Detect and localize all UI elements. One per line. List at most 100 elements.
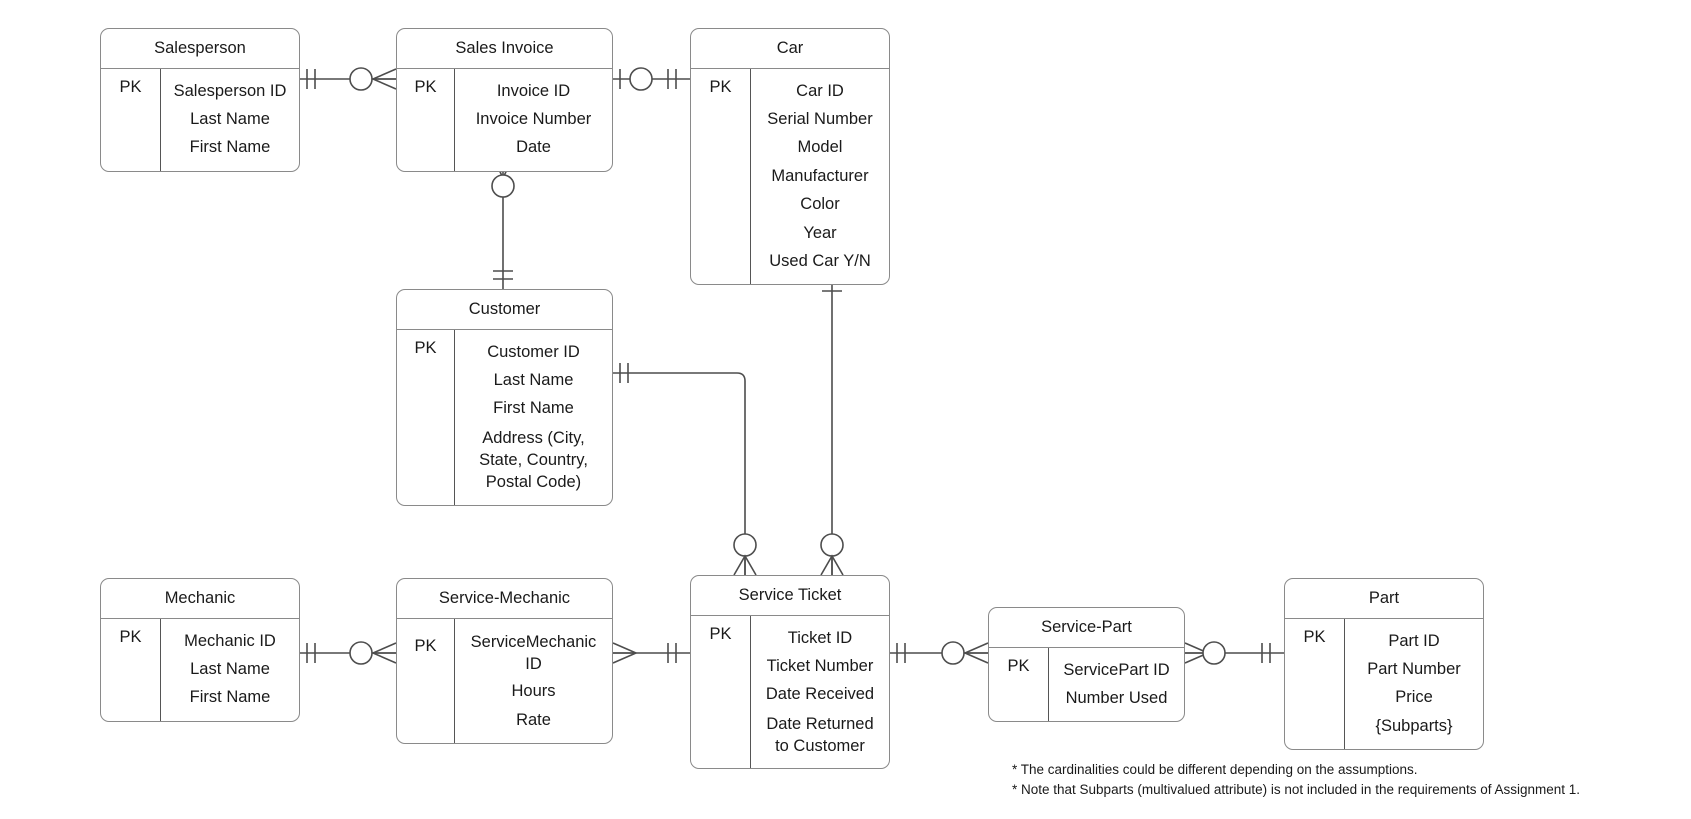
attribute-row: Part ID <box>1388 631 1440 650</box>
entity-customer-body: PK Customer ID Last Name First Name Addr… <box>397 329 612 505</box>
attribute-row: Customer ID <box>487 342 580 361</box>
attribute-row: Car ID <box>796 81 844 100</box>
entity-sales-invoice-key-column: PK <box>397 68 455 171</box>
pk-label: PK <box>119 627 142 646</box>
entity-mechanic-body: PK Mechanic ID Last Name First Name <box>101 618 299 721</box>
attribute-row: Rate <box>516 710 551 729</box>
footnote-cardinalities: * The cardinalities could be different d… <box>1012 762 1418 777</box>
pk-label: PK <box>414 636 437 655</box>
attribute-row: First Name <box>189 138 271 157</box>
attribute-row: Used Car Y/N <box>769 251 871 270</box>
entity-sales-invoice[interactable]: Sales Invoice PK Invoice ID Invoice Numb… <box>396 28 613 172</box>
pk-label: PK <box>119 77 142 96</box>
relationship-sales-invoice-customer <box>491 154 515 289</box>
entity-salesperson-title: Salesperson <box>101 29 299 69</box>
entity-car-key-column: PK <box>691 68 751 285</box>
attribute-row: Date Received <box>765 685 875 704</box>
attribute-row-service-mechanic-id: ServiceMechanic ID <box>470 632 597 673</box>
entity-service-ticket-key-column: PK <box>691 615 751 769</box>
attribute-row: Invoice ID <box>496 81 571 100</box>
attribute-row: Hours <box>511 682 556 701</box>
entity-customer-attributes: Customer ID Last Name First Name Address… <box>455 330 612 505</box>
erd-canvas: Salesperson PK Salesperson ID Last Name … <box>0 0 1691 819</box>
attribute-row: Part Number <box>1367 660 1461 678</box>
attribute-row: Date <box>516 138 551 157</box>
attribute-row: Year <box>803 223 837 242</box>
attribute-row: Ticket ID <box>787 628 853 647</box>
attribute-row: Last Name <box>493 371 574 389</box>
entity-service-part[interactable]: Service-Part PK ServicePart ID Number Us… <box>988 607 1185 723</box>
entity-salesperson-attributes: Salesperson ID Last Name First Name <box>161 69 299 171</box>
entity-salesperson-key-column: PK <box>101 68 161 171</box>
attribute-row: First Name <box>189 688 271 707</box>
entity-service-part-title: Service-Part <box>989 608 1184 648</box>
entity-salesperson[interactable]: Salesperson PK Salesperson ID Last Name … <box>100 28 300 172</box>
attribute-row: Last Name <box>190 110 270 128</box>
attribute-row: Salesperson ID <box>173 81 287 100</box>
entity-car[interactable]: Car PK Car ID Serial Number Model Manufa… <box>690 28 890 286</box>
entity-sales-invoice-attributes: Invoice ID Invoice Number Date <box>455 69 612 171</box>
relationship-service-part-part <box>1184 641 1284 665</box>
entity-service-part-key-column: PK <box>989 647 1049 722</box>
attribute-row: Number Used <box>1065 689 1168 707</box>
entity-sales-invoice-title: Sales Invoice <box>397 29 612 69</box>
relationship-sales-invoice-car <box>613 67 690 91</box>
entity-mechanic-attributes: Mechanic ID Last Name First Name <box>161 619 299 721</box>
pk-label: PK <box>1303 627 1326 646</box>
entity-part-body: PK Part ID Part Number Price {Subparts} <box>1285 618 1483 750</box>
attribute-row: Invoice Number <box>475 110 592 128</box>
entity-service-mechanic-key-column: PK <box>397 618 455 743</box>
entity-customer[interactable]: Customer PK Customer ID Last Name First … <box>396 289 613 506</box>
entity-customer-key-column: PK <box>397 329 455 505</box>
attribute-row: Ticket Number <box>766 657 874 675</box>
attribute-row: ServicePart ID <box>1063 660 1170 679</box>
entity-service-ticket-body: PK Ticket ID Ticket Number Date Received… <box>691 615 889 769</box>
entity-service-part-body: PK ServicePart ID Number Used <box>989 647 1184 722</box>
attribute-row: First Name <box>493 399 574 418</box>
attribute-row: {Subparts} <box>1375 716 1453 735</box>
attribute-row: Serial Number <box>767 110 873 128</box>
entity-mechanic-key-column: PK <box>101 618 161 721</box>
entity-service-mechanic-attributes: ServiceMechanic ID Hours Rate <box>455 619 612 743</box>
entity-service-mechanic-body: PK ServiceMechanic ID Hours Rate <box>397 618 612 743</box>
entity-mechanic-title: Mechanic <box>101 579 299 619</box>
attribute-row: Last Name <box>190 660 270 678</box>
entity-service-ticket-attributes: Ticket ID Ticket Number Date Received Da… <box>751 616 889 769</box>
footnote-subparts: * Note that Subparts (multivalued attrib… <box>1012 781 1581 797</box>
entity-car-title: Car <box>691 29 889 69</box>
attribute-row: Model <box>797 138 843 157</box>
entity-salesperson-body: PK Salesperson ID Last Name First Name <box>101 68 299 171</box>
attribute-row: Price <box>1395 688 1433 707</box>
entity-part-key-column: PK <box>1285 618 1345 750</box>
entity-car-body: PK Car ID Serial Number Model Manufactur… <box>691 68 889 285</box>
entity-car-attributes: Car ID Serial Number Model Manufacturer … <box>751 69 889 285</box>
attribute-row-date-returned: Date Returned to Customer <box>766 714 874 756</box>
entity-service-mechanic[interactable]: Service-Mechanic PK ServiceMechanic ID H… <box>396 578 613 744</box>
relationship-service-mechanic-service-ticket <box>612 642 690 664</box>
entity-service-ticket-title: Service Ticket <box>691 576 889 616</box>
entity-part[interactable]: Part PK Part ID Part Number Price {Subpa… <box>1284 578 1484 751</box>
attribute-row: Manufacturer <box>771 166 869 185</box>
relationship-mechanic-service-mechanic <box>300 641 397 665</box>
diagram-footnotes: * The cardinalities could be different d… <box>1012 760 1580 800</box>
entity-mechanic[interactable]: Mechanic PK Mechanic ID Last Name First … <box>100 578 300 722</box>
relationship-customer-service-ticket <box>613 363 757 576</box>
entity-service-ticket[interactable]: Service Ticket PK Ticket ID Ticket Numbe… <box>690 575 890 770</box>
pk-label: PK <box>1007 656 1030 675</box>
entity-sales-invoice-body: PK Invoice ID Invoice Number Date <box>397 68 612 171</box>
relationship-salesperson-sales-invoice <box>300 67 397 91</box>
relationship-car-service-ticket <box>820 277 844 576</box>
entity-service-part-attributes: ServicePart ID Number Used <box>1049 648 1184 722</box>
attribute-row: Mechanic ID <box>184 631 276 650</box>
pk-label: PK <box>709 77 732 96</box>
pk-label: PK <box>709 624 732 643</box>
attribute-row: Color <box>800 195 840 214</box>
attribute-row-address: Address (City, State, Country, Postal Co… <box>479 428 588 492</box>
relationship-service-ticket-service-part <box>890 641 989 665</box>
pk-label: PK <box>414 338 437 357</box>
pk-label: PK <box>414 77 437 96</box>
entity-customer-title: Customer <box>397 290 612 330</box>
entity-service-mechanic-title: Service-Mechanic <box>397 579 612 619</box>
entity-part-attributes: Part ID Part Number Price {Subparts} <box>1345 619 1483 749</box>
entity-part-title: Part <box>1285 579 1483 619</box>
